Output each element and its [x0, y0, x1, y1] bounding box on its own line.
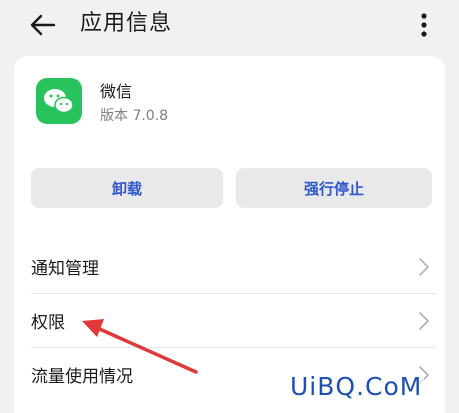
watermark: UiBQ.CoM [288, 372, 425, 401]
uninstall-button[interactable]: 卸载 [31, 168, 223, 208]
list-item-notifications[interactable]: 通知管理 [31, 240, 436, 292]
list-item-label: 通知管理 [31, 259, 99, 279]
back-arrow-icon[interactable] [28, 10, 58, 40]
more-vertical-icon[interactable] [414, 10, 434, 40]
top-bar: 应用信息 [0, 0, 459, 52]
app-version: 版本 7.0.8 [100, 108, 169, 124]
app-info-card: 微信 版本 7.0.8 卸载 强行停止 通知管理 权限 流量使用情况 [14, 56, 445, 413]
wechat-icon [36, 78, 82, 124]
app-name: 微信 [100, 82, 133, 101]
list-item-label: 流量使用情况 [31, 367, 133, 387]
page-title: 应用信息 [80, 11, 173, 36]
chevron-right-icon [419, 312, 429, 330]
force-stop-button[interactable]: 强行停止 [236, 168, 432, 208]
list-item-label: 权限 [31, 313, 65, 333]
chevron-right-icon [419, 258, 429, 276]
list-item-permissions[interactable]: 权限 [31, 294, 436, 346]
